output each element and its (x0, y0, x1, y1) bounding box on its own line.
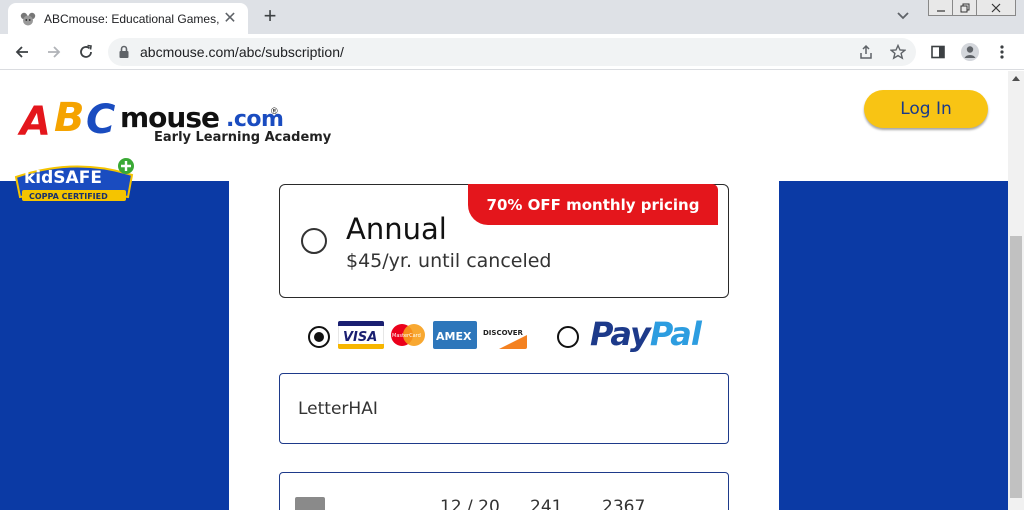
share-icon[interactable] (858, 44, 874, 60)
side-panel-button[interactable] (928, 42, 948, 62)
paypal-pal-text: Pal (649, 315, 702, 353)
profile-button[interactable] (960, 42, 980, 62)
scrollbar-thumb[interactable] (1010, 236, 1022, 498)
logo-tagline: Early Learning Academy (154, 130, 332, 145)
restore-button[interactable] (952, 0, 978, 16)
card-number-field[interactable]: 12 / 20 241 2367 (279, 472, 729, 510)
more-vertical-icon (1000, 45, 1004, 59)
plan-price: $45/yr. until canceled (346, 250, 552, 272)
reload-button[interactable] (72, 38, 100, 66)
amex-text: AMEX (436, 330, 472, 343)
mastercard-logo: MasterCard (388, 321, 428, 349)
back-arrow-icon (15, 46, 28, 58)
visa-logo: VISA (338, 321, 384, 349)
amex-logo: AMEX (433, 321, 477, 349)
scroll-up-arrow-icon[interactable] (1012, 75, 1020, 81)
menu-button[interactable] (992, 42, 1012, 62)
card-number-part-a: 241 (530, 497, 563, 510)
payment-method-row: VISA MasterCard AMEX DISCOVER PayPal (308, 315, 728, 357)
promo-badge: 70% OFF monthly pricing (468, 184, 718, 225)
logo-letter-b: B (54, 95, 85, 141)
browser-toolbar: abcmouse.com/abc/subscription/ (0, 34, 1024, 70)
annual-plan-radio[interactable] (301, 228, 327, 254)
forward-button[interactable] (40, 38, 68, 66)
plan-name: Annual (346, 212, 447, 246)
browser-tab[interactable]: ABCmouse: Educational Games, B ✕ (8, 3, 248, 34)
logo-letter-c: C (86, 97, 116, 143)
side-panel-icon (931, 45, 945, 59)
back-button[interactable] (8, 38, 36, 66)
page-scrollbar[interactable] (1008, 71, 1024, 510)
background-blue-left (0, 181, 229, 510)
close-icon (991, 3, 1001, 12)
visa-text: VISA (343, 330, 377, 345)
paypal-pay-text: Pay (590, 315, 651, 353)
kidsafe-text: kidSAFE (24, 168, 102, 188)
logo-registered-mark: ® (271, 106, 278, 116)
chevron-down-icon[interactable] (896, 8, 910, 22)
browser-tab-bar: ABCmouse: Educational Games, B ✕ + (0, 0, 1024, 34)
abcmouse-favicon-icon (20, 12, 36, 25)
discover-text: DISCOVER (483, 329, 524, 337)
minimize-button[interactable] (928, 0, 954, 16)
restore-icon (960, 3, 970, 12)
page-content: A B C mouse .com ® Early Learning Academ… (0, 71, 1008, 510)
subscription-panel: 70% OFF monthly pricing Annual $45/yr. u… (229, 181, 779, 510)
abcmouse-logo[interactable]: A B C mouse .com ® Early Learning Academ… (20, 95, 340, 153)
bookmark-star-icon[interactable] (890, 44, 906, 60)
address-bar[interactable]: abcmouse.com/abc/subscription/ (108, 38, 916, 66)
card-number-part-b: 2367 (602, 497, 646, 510)
discover-logo: DISCOVER (481, 321, 527, 349)
credit-card-radio[interactable] (308, 326, 330, 348)
card-expiry-value: 12 / 20 (440, 497, 500, 510)
new-tab-button[interactable]: + (258, 5, 282, 29)
mastercard-text: MasterCard (392, 333, 421, 339)
close-tab-icon[interactable]: ✕ (220, 9, 240, 29)
profile-avatar-icon (961, 43, 979, 61)
url-text: abcmouse.com/abc/subscription/ (140, 44, 344, 60)
forward-arrow-icon (48, 46, 61, 58)
kidsafe-coppa-badge[interactable]: kidSAFE COPPA CERTIFIED (12, 157, 138, 205)
background-blue-right (779, 181, 1008, 510)
reload-icon (80, 44, 92, 58)
kidsafe-sub-text: COPPA CERTIFIED (29, 192, 108, 201)
annual-plan-card[interactable]: 70% OFF monthly pricing Annual $45/yr. u… (279, 184, 729, 298)
log-in-button[interactable]: Log In (864, 90, 988, 128)
lock-icon (119, 45, 129, 58)
cardholder-name-value: LetterHAI (298, 399, 378, 419)
cardholder-name-field[interactable]: LetterHAI (279, 373, 729, 444)
tab-title: ABCmouse: Educational Games, B (44, 11, 220, 26)
paypal-radio[interactable] (557, 326, 579, 348)
close-window-button[interactable] (976, 0, 1016, 16)
minimize-icon (937, 9, 945, 12)
paypal-logo[interactable]: PayPal (590, 315, 702, 353)
credit-card-icon (295, 497, 325, 510)
logo-letter-a: A (20, 99, 51, 145)
